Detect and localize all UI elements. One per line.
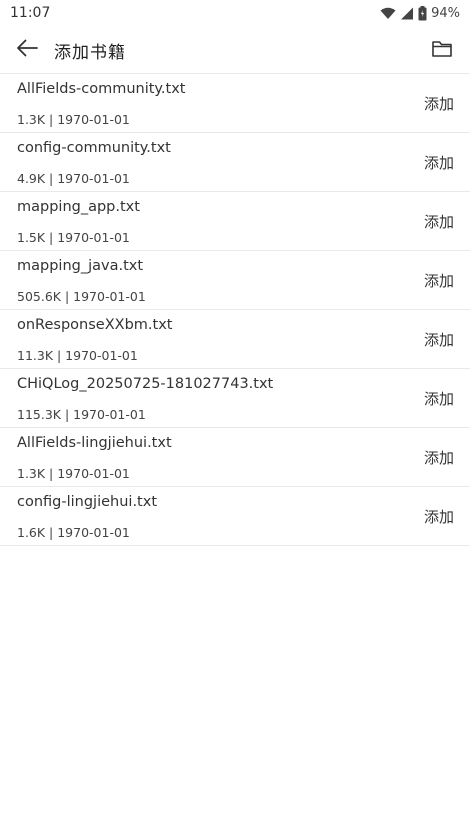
add-button[interactable]: 添加 (424, 270, 454, 291)
file-name: mapping_app.txt (17, 199, 140, 215)
signal-icon (400, 7, 414, 20)
status-time: 11:07 (10, 5, 51, 21)
file-name: AllFields-community.txt (17, 81, 186, 97)
file-row[interactable]: mapping_java.txt 505.6K | 1970-01-01 添加 (0, 251, 470, 310)
file-row[interactable]: onResponseXXbm.txt 11.3K | 1970-01-01 添加 (0, 310, 470, 369)
battery-level: 94% (431, 5, 460, 21)
add-button[interactable]: 添加 (424, 506, 454, 527)
file-row[interactable]: AllFields-lingjiehui.txt 1.3K | 1970-01-… (0, 428, 470, 487)
battery-icon (418, 5, 427, 21)
file-meta: 1.6K | 1970-01-01 (17, 525, 130, 540)
add-button[interactable]: 添加 (424, 93, 454, 114)
file-row[interactable]: CHiQLog_20250725-181027743.txt 115.3K | … (0, 369, 470, 428)
file-meta: 505.6K | 1970-01-01 (17, 289, 146, 304)
page-title: 添加书籍 (54, 43, 126, 63)
file-meta: 4.9K | 1970-01-01 (17, 171, 130, 186)
file-name: config-community.txt (17, 140, 171, 156)
folder-button[interactable] (430, 38, 454, 62)
file-name: mapping_java.txt (17, 258, 144, 274)
wifi-icon (380, 7, 396, 20)
file-row[interactable]: mapping_app.txt 1.5K | 1970-01-01 添加 (0, 192, 470, 251)
file-meta: 1.3K | 1970-01-01 (17, 112, 130, 127)
add-button[interactable]: 添加 (424, 329, 454, 350)
add-button[interactable]: 添加 (424, 211, 454, 232)
file-meta: 115.3K | 1970-01-01 (17, 407, 146, 422)
file-name: onResponseXXbm.txt (17, 317, 173, 333)
file-name: config-lingjiehui.txt (17, 494, 158, 510)
arrow-left-icon (16, 39, 38, 61)
file-name: AllFields-lingjiehui.txt (17, 435, 172, 451)
status-icons: 94% (380, 5, 460, 21)
file-row[interactable]: config-lingjiehui.txt 1.6K | 1970-01-01 … (0, 487, 470, 546)
app-bar: 添加书籍 (0, 26, 470, 72)
back-button[interactable] (14, 37, 40, 63)
file-list: AllFields-community.txt 1.3K | 1970-01-0… (0, 73, 470, 546)
file-row[interactable]: config-community.txt 4.9K | 1970-01-01 添… (0, 133, 470, 192)
folder-icon (432, 40, 452, 61)
file-name: CHiQLog_20250725-181027743.txt (17, 376, 274, 392)
file-meta: 11.3K | 1970-01-01 (17, 348, 138, 363)
status-bar: 11:07 94% (0, 0, 470, 26)
add-button[interactable]: 添加 (424, 447, 454, 468)
file-meta: 1.3K | 1970-01-01 (17, 466, 130, 481)
file-row[interactable]: AllFields-community.txt 1.3K | 1970-01-0… (0, 74, 470, 133)
add-button[interactable]: 添加 (424, 388, 454, 409)
add-button[interactable]: 添加 (424, 152, 454, 173)
file-meta: 1.5K | 1970-01-01 (17, 230, 130, 245)
